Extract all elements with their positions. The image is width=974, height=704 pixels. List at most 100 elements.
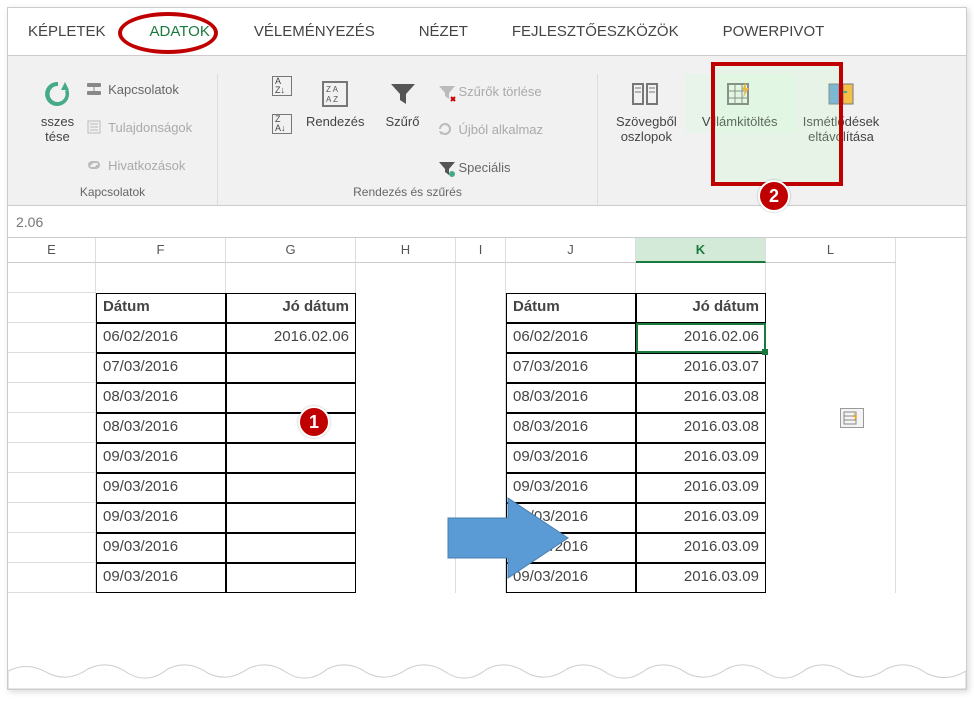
left-jodatum-cell[interactable] [226,533,356,563]
sort-desc-icon[interactable]: ZA↓ [272,114,292,134]
col-header-H[interactable]: H [356,238,456,263]
right-date-cell[interactable]: 09/03/2016 [506,443,636,473]
right-date-cell[interactable]: 07/03/2016 [506,353,636,383]
cell-blank[interactable] [96,263,226,293]
cell[interactable] [8,473,96,503]
cell[interactable] [456,353,506,383]
cell[interactable] [456,443,506,473]
cell-blank[interactable] [8,263,96,293]
cell[interactable] [766,503,896,533]
header-jodatum-left[interactable]: Jó dátum [226,293,356,323]
left-date-cell[interactable]: 08/03/2016 [96,413,226,443]
left-jodatum-cell[interactable] [226,503,356,533]
right-jodatum-cell[interactable]: 2016.03.07 [636,353,766,383]
cell[interactable] [766,443,896,473]
left-date-cell[interactable]: 09/03/2016 [96,473,226,503]
szurok-torlese-button[interactable]: Szűrők törlése [437,76,544,106]
szuro-button[interactable]: Szűrő [373,74,433,133]
col-header-F[interactable]: F [96,238,226,263]
tulajdonsagok-button[interactable]: Tulajdonságok [86,112,192,142]
right-jodatum-cell[interactable]: 2016.03.09 [636,563,766,593]
cell[interactable] [456,293,506,323]
left-jodatum-cell[interactable] [226,383,356,413]
left-jodatum-cell[interactable] [226,443,356,473]
col-header-K[interactable]: K [636,238,766,263]
cell[interactable] [8,533,96,563]
cell[interactable] [456,323,506,353]
rendezes-button[interactable]: Z AA Z Rendezés [298,74,373,133]
right-jodatum-cell[interactable]: 2016.03.09 [636,473,766,503]
cell[interactable] [456,413,506,443]
sort-asc-icon[interactable]: AZ↓ [272,76,292,96]
cell[interactable] [766,413,896,443]
right-date-cell[interactable]: 08/03/2016 [506,413,636,443]
col-header-E[interactable]: E [8,238,96,263]
cell-blank[interactable] [356,263,456,293]
villamkitoltes-button[interactable]: Villámkitöltés [685,74,795,133]
cell[interactable] [356,293,456,323]
col-header-G[interactable]: G [226,238,356,263]
flash-fill-options-icon[interactable] [840,408,864,428]
cell[interactable] [8,503,96,533]
left-date-cell[interactable]: 06/02/2016 [96,323,226,353]
szovegbol-oszlopok-button[interactable]: Szövegből oszlopok [608,74,685,148]
tab-nezet[interactable]: NÉZET [407,17,480,46]
cell[interactable] [8,323,96,353]
cell[interactable] [766,533,896,563]
cell[interactable] [356,413,456,443]
ujbol-alkalmaz-button[interactable]: Újból alkalmaz [437,114,544,144]
tab-fejlesztoeszkozok[interactable]: FEJLESZTŐESZKÖZÖK [500,17,691,46]
cell[interactable] [8,353,96,383]
cell[interactable] [766,353,896,383]
ismetlodesek-button[interactable]: Ismétlődések eltávolítása [795,74,888,148]
cell-blank[interactable] [506,263,636,293]
right-date-cell[interactable]: 06/02/2016 [506,323,636,353]
cell-blank[interactable] [456,263,506,293]
cell[interactable] [766,473,896,503]
cell[interactable] [766,383,896,413]
left-date-cell[interactable]: 09/03/2016 [96,563,226,593]
cell[interactable] [8,443,96,473]
right-jodatum-cell[interactable]: 2016.03.09 [636,533,766,563]
cell-blank[interactable] [636,263,766,293]
left-date-cell[interactable]: 07/03/2016 [96,353,226,383]
left-date-cell[interactable]: 09/03/2016 [96,443,226,473]
left-jodatum-cell[interactable] [226,473,356,503]
col-header-I[interactable]: I [456,238,506,263]
cell[interactable] [8,563,96,593]
right-jodatum-cell[interactable]: 2016.03.08 [636,413,766,443]
hivatkozasok-button[interactable]: Hivatkozások [86,150,192,180]
cell[interactable] [766,323,896,353]
tab-powerpivot[interactable]: POWERPIVOT [711,17,837,46]
cell[interactable] [356,383,456,413]
cell[interactable] [356,443,456,473]
right-jodatum-cell[interactable]: 2016.03.08 [636,383,766,413]
right-date-cell[interactable]: 08/03/2016 [506,383,636,413]
cell[interactable] [356,323,456,353]
left-jodatum-cell[interactable] [226,563,356,593]
col-header-J[interactable]: J [506,238,636,263]
tab-velemenyezes[interactable]: VÉLEMÉNYEZÉS [242,17,387,46]
tab-kepletek[interactable]: KÉPLETEK [16,17,118,46]
header-jodatum-right[interactable]: Jó dátum [636,293,766,323]
left-jodatum-cell[interactable]: 2016.02.06 [226,323,356,353]
left-date-cell[interactable]: 08/03/2016 [96,383,226,413]
header-datum-right[interactable]: Dátum [506,293,636,323]
cell[interactable] [766,563,896,593]
right-jodatum-cell[interactable]: 2016.02.06 [636,323,766,353]
right-jodatum-cell[interactable]: 2016.03.09 [636,443,766,473]
refresh-all-button[interactable]: sszes tése [33,74,82,148]
kapcsolatok-button[interactable]: Kapcsolatok [86,74,192,104]
specialis-button[interactable]: Speciális [437,152,544,182]
col-header-L[interactable]: L [766,238,896,263]
tab-adatok[interactable]: ADATOK [138,17,222,46]
right-jodatum-cell[interactable]: 2016.03.09 [636,503,766,533]
cell[interactable] [456,383,506,413]
formula-bar[interactable]: 2.06 [8,206,966,238]
cell[interactable] [356,353,456,383]
cell-blank[interactable] [766,263,896,293]
left-jodatum-cell[interactable] [226,413,356,443]
cell[interactable] [8,383,96,413]
header-datum-left[interactable]: Dátum [96,293,226,323]
fill-handle[interactable] [762,349,768,355]
